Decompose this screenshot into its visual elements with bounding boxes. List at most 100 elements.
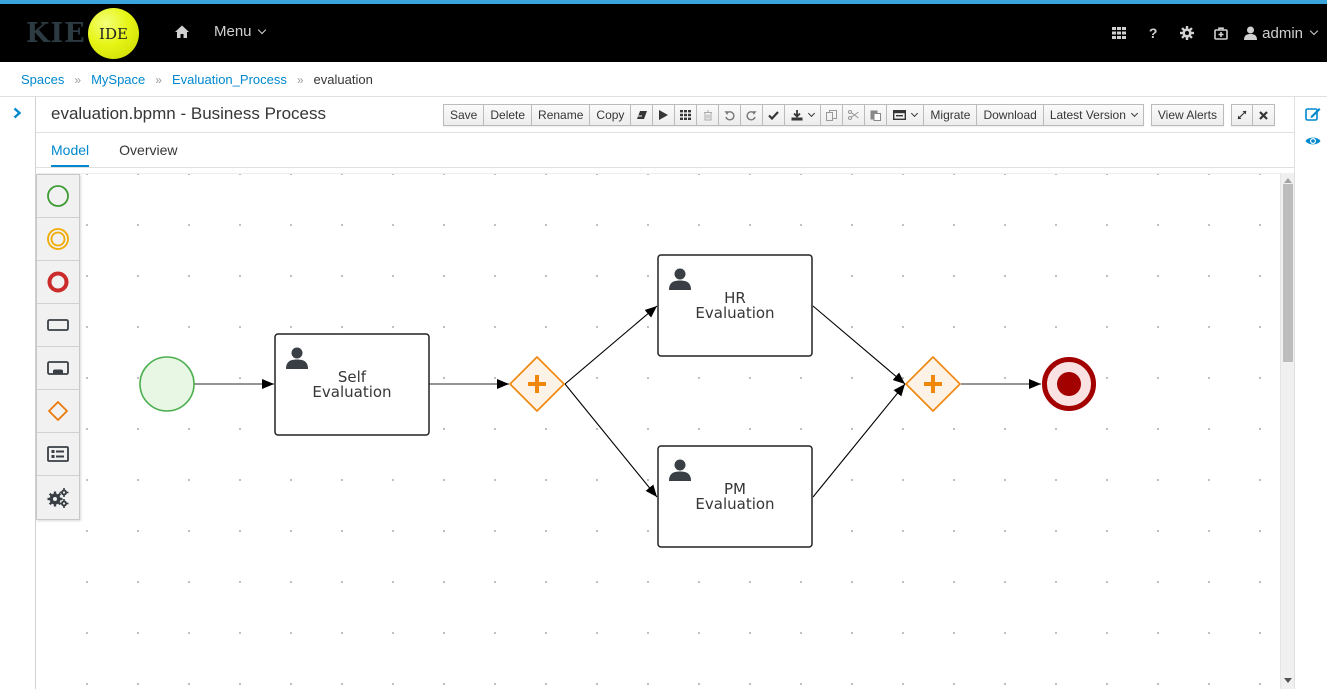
divider: [36, 167, 1294, 168]
sequence-flow-split-to-hr[interactable]: [564, 305, 658, 385]
close-editor-button[interactable]: [1253, 104, 1276, 126]
sequence-flow-split-to-pm[interactable]: [564, 383, 658, 498]
brand-ide-text: IDE: [99, 24, 128, 43]
menu-dropdown[interactable]: Menu: [214, 23, 266, 40]
run-validate-button[interactable]: [653, 104, 676, 126]
palette-subprocesses[interactable]: [37, 347, 79, 390]
view-options-dropdown-button[interactable]: [887, 104, 925, 126]
breadcrumb-myspace[interactable]: MySpace: [91, 72, 145, 87]
latest-version-dropdown[interactable]: Latest Version: [1043, 104, 1144, 126]
subprocess-icon: [47, 361, 69, 375]
editor-tabs: Model Overview: [51, 133, 178, 168]
rename-button[interactable]: Rename: [532, 104, 591, 126]
tab-model[interactable]: Model: [51, 133, 90, 168]
briefcase-icon[interactable]: [1204, 18, 1238, 48]
breadcrumb-spaces[interactable]: Spaces: [21, 72, 64, 87]
end-event-icon: [47, 271, 69, 293]
paste-button[interactable]: [865, 104, 888, 126]
download-button[interactable]: Download: [977, 104, 1044, 126]
breadcrumb-separator: »: [155, 72, 162, 87]
user-icon: [1244, 26, 1258, 40]
brand-logo-kie[interactable]: KIE: [26, 18, 86, 49]
cut-button[interactable]: [843, 104, 866, 126]
copy-icon: [826, 109, 838, 121]
task-hr-evaluation[interactable]: HR Evaluation: [657, 254, 813, 357]
redo-button[interactable]: [741, 104, 764, 126]
parallel-gateway-join[interactable]: [905, 356, 961, 412]
eraser-icon: [636, 111, 647, 119]
tab-overview[interactable]: Overview: [119, 133, 177, 168]
task-pm-evaluation[interactable]: PM Evaluation: [657, 445, 813, 548]
expand-icon: [1237, 110, 1247, 120]
grid-view-button[interactable]: [675, 104, 698, 126]
close-icon: [1259, 110, 1268, 120]
save-button[interactable]: Save: [443, 104, 485, 126]
grid-icon: [680, 110, 692, 120]
palette-activities[interactable]: [37, 304, 79, 347]
undo-icon: [724, 110, 735, 121]
redo-icon: [746, 110, 757, 121]
palette-containers[interactable]: [37, 433, 79, 476]
task-label-line2: Evaluation: [312, 383, 391, 401]
divider: [36, 132, 1294, 133]
user-menu[interactable]: admin: [1244, 25, 1319, 42]
latest-version-label: Latest Version: [1049, 108, 1126, 122]
trash-button[interactable]: [697, 104, 720, 126]
palette-end-events[interactable]: [37, 261, 79, 304]
palette-service-tasks[interactable]: [37, 476, 79, 519]
chevron-down-icon: [808, 109, 816, 118]
copy-button[interactable]: Copy: [590, 104, 632, 126]
trash-icon: [703, 110, 712, 120]
editor-title: evaluation.bpmn - Business Process: [51, 104, 326, 123]
list-box-icon: [47, 446, 69, 462]
divider: [0, 96, 1327, 97]
shape-palette: [36, 174, 80, 520]
sequence-flow-pm-to-join[interactable]: [812, 383, 906, 498]
start-event[interactable]: [139, 356, 195, 412]
left-side-panel: [0, 97, 36, 689]
task-label-line2: Evaluation: [695, 304, 774, 322]
diagram-canvas[interactable]: Self Evaluation HR Evaluation PM Evaluat…: [37, 173, 1280, 689]
clear-eraser-button[interactable]: [631, 104, 654, 126]
chevron-down-icon: [1130, 109, 1138, 118]
scroll-down-arrow-icon[interactable]: [1284, 678, 1292, 683]
chevron-down-icon: [911, 109, 919, 118]
eye-icon[interactable]: [1305, 133, 1321, 149]
view-alerts-button[interactable]: View Alerts: [1150, 104, 1225, 126]
undo-button[interactable]: [719, 104, 742, 126]
validate-button[interactable]: [763, 104, 786, 126]
chevron-right-icon[interactable]: [11, 107, 23, 119]
settings-gear-icon[interactable]: [1170, 18, 1204, 48]
chevron-down-icon: [257, 25, 266, 34]
parallel-gateway-split[interactable]: [509, 356, 565, 412]
breadcrumb-separator: »: [74, 72, 82, 87]
top-navbar: KIE IDE Menu ? admin: [0, 4, 1327, 62]
migrate-button[interactable]: Migrate: [924, 104, 978, 126]
apps-grid-icon[interactable]: [1102, 18, 1136, 48]
edit-properties-icon[interactable]: [1305, 106, 1321, 122]
breadcrumb-evaluation-process[interactable]: Evaluation_Process: [172, 72, 287, 87]
palette-gateways[interactable]: [37, 390, 79, 433]
palette-intermediate-events[interactable]: [37, 218, 79, 261]
play-icon: [659, 110, 669, 120]
palette-start-events[interactable]: [37, 175, 79, 218]
start-event-icon: [47, 185, 69, 207]
download-tray-icon: [791, 109, 803, 120]
help-icon[interactable]: ?: [1136, 18, 1170, 48]
breadcrumb-separator: »: [296, 72, 304, 87]
maximize-button[interactable]: [1231, 104, 1254, 126]
brand-logo-ide[interactable]: IDE: [88, 8, 139, 59]
right-side-panel: [1294, 97, 1327, 689]
scissors-icon: [848, 110, 860, 120]
task-self-evaluation[interactable]: Self Evaluation: [274, 333, 430, 436]
scroll-up-arrow-icon[interactable]: [1284, 178, 1292, 183]
export-dropdown-button[interactable]: [785, 104, 822, 126]
scrollbar-thumb[interactable]: [1283, 184, 1293, 362]
bpmn-diagram: Self Evaluation HR Evaluation PM Evaluat…: [139, 254, 1096, 548]
delete-button[interactable]: Delete: [484, 104, 533, 126]
copy-selection-button[interactable]: [821, 104, 844, 126]
sequence-flow-hr-to-join[interactable]: [812, 305, 906, 385]
home-icon[interactable]: [174, 24, 190, 40]
canvas-vertical-scrollbar[interactable]: [1280, 173, 1294, 689]
end-event[interactable]: [1042, 357, 1096, 411]
